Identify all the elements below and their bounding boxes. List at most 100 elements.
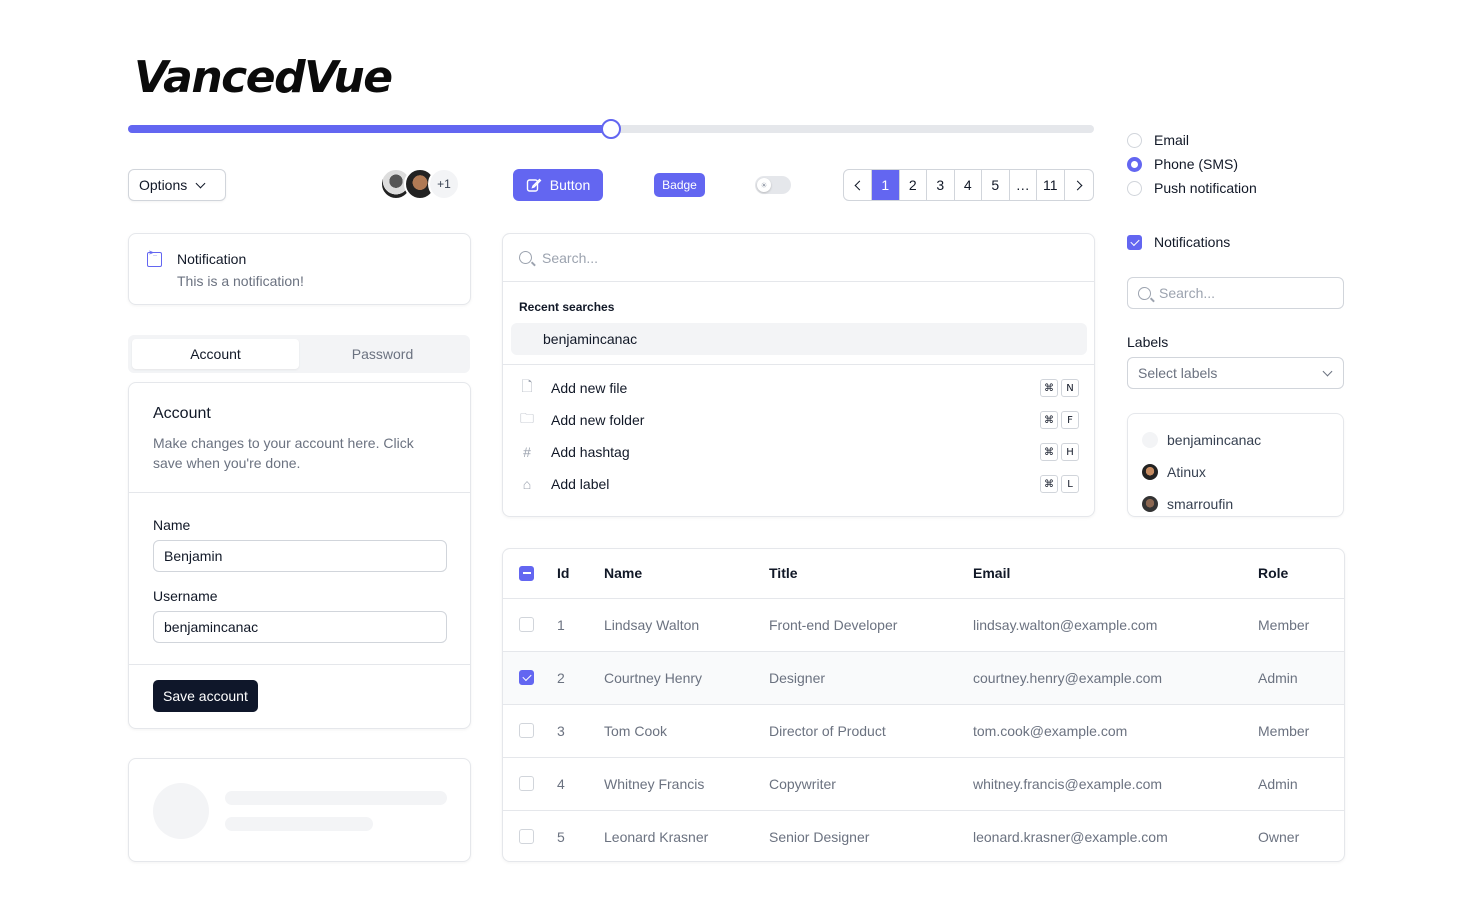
recent-search-item[interactable]: benjamincanac	[511, 323, 1087, 355]
options-dropdown[interactable]: Options	[128, 169, 226, 201]
edit-icon	[526, 178, 542, 192]
cell-email: leonard.krasner@example.com	[973, 828, 1168, 845]
command-palette: Search... Recent searches benjamincanac …	[502, 233, 1095, 517]
pagination-page-5[interactable]: 5	[982, 170, 1010, 200]
column-email: Email	[973, 549, 1258, 599]
table-row[interactable]: 1 Lindsay Walton Front-end Developer lin…	[503, 598, 1344, 652]
row-checkbox[interactable]	[519, 829, 534, 845]
tag-icon: ⌂	[522, 476, 532, 492]
name-field[interactable]: Benjamin	[153, 540, 447, 572]
user-item[interactable]: smarroufin	[1142, 488, 1329, 520]
cell-title: Copywriter	[769, 757, 973, 811]
user-item[interactable]: Atinux	[1142, 456, 1329, 488]
pagination-page-2[interactable]: 2	[900, 170, 927, 200]
radio-email[interactable]: Email	[1127, 128, 1257, 152]
avatar	[1142, 464, 1158, 480]
radio-push[interactable]: Push notification	[1127, 176, 1257, 200]
divider	[503, 364, 1094, 365]
slider-thumb[interactable]	[601, 119, 621, 139]
badge: Badge	[654, 173, 705, 197]
column-name: Name	[604, 549, 769, 599]
kbd-key: ⌘	[1040, 411, 1058, 429]
command-label: Add new file	[551, 380, 628, 396]
table-row[interactable]: 3 Tom Cook Director of Product tom.cook@…	[503, 704, 1344, 758]
command-label: Add label	[551, 476, 610, 492]
select-all-checkbox[interactable]	[519, 565, 534, 581]
sun-icon: ☀	[757, 178, 771, 192]
command-add-new-folder[interactable]: 🗀 Add new folder ⌘ F	[511, 404, 1087, 436]
avatar-more-count: +1	[428, 168, 460, 200]
tab-password[interactable]: Password	[299, 339, 466, 369]
labels-select[interactable]: Select labels	[1127, 357, 1344, 389]
pagination-page-3[interactable]: 3	[927, 170, 955, 200]
cell-id: 4	[557, 757, 604, 811]
cell-id: 1	[557, 598, 604, 652]
notifications-checkbox-label: Notifications	[1154, 234, 1231, 250]
save-account-button[interactable]: Save account	[153, 680, 258, 712]
toggle-switch[interactable]: ☀	[755, 176, 791, 194]
row-checkbox[interactable]	[519, 670, 534, 685]
kbd-key: L	[1061, 475, 1079, 493]
cell-id: 2	[557, 651, 604, 705]
shortcut: ⌘ F	[1040, 411, 1079, 429]
cell-name: Tom Cook	[604, 704, 769, 758]
row-checkbox[interactable]	[519, 617, 534, 632]
user-item[interactable]: benjamincanac	[1142, 424, 1329, 456]
skeleton-line	[225, 791, 447, 805]
kbd-key: ⌘	[1040, 475, 1058, 493]
tab-account[interactable]: Account	[132, 339, 299, 369]
search-input[interactable]: Search...	[1127, 277, 1344, 309]
user-name: smarroufin	[1167, 496, 1234, 512]
range-slider[interactable]	[128, 119, 1094, 139]
table-row[interactable]: 2 Courtney Henry Designer courtney.henry…	[503, 651, 1344, 705]
notification-description: This is a notification!	[177, 273, 304, 289]
user-name: benjamincanac	[1167, 432, 1262, 448]
row-checkbox[interactable]	[519, 776, 534, 791]
row-select-cell	[503, 598, 557, 652]
search-placeholder: Search...	[1159, 285, 1216, 301]
folder-plus-icon: 🗀	[520, 410, 534, 426]
labels-title: Labels	[1127, 334, 1169, 350]
radio-button[interactable]	[1127, 180, 1142, 196]
pagination-prev-button[interactable]	[844, 170, 872, 200]
table-row[interactable]: 4 Whitney Francis Copywriter whitney.fra…	[503, 757, 1344, 811]
tab-list: Account Password	[128, 335, 470, 373]
radio-button[interactable]	[1127, 132, 1142, 148]
cell-role: Admin	[1258, 757, 1344, 811]
primary-button[interactable]: Button	[513, 169, 603, 201]
row-select-cell	[503, 757, 557, 811]
username-label: Username	[153, 588, 218, 604]
chevron-down-icon	[1322, 366, 1333, 376]
skeleton-avatar	[153, 783, 209, 839]
username-field[interactable]: benjamincanac	[153, 611, 447, 643]
notifications-checkbox[interactable]	[1127, 234, 1142, 250]
account-title: Account	[153, 405, 211, 422]
search-icon	[1138, 286, 1151, 300]
account-card: Account Make changes to your account her…	[128, 382, 471, 729]
pagination-page-11[interactable]: 11	[1037, 170, 1065, 200]
cell-name: Courtney Henry	[604, 651, 769, 705]
radio-label: Push notification	[1154, 180, 1257, 196]
radio-phone[interactable]: Phone (SMS)	[1127, 152, 1257, 176]
row-checkbox[interactable]	[519, 723, 534, 738]
table-row[interactable]: 5 Leonard Krasner Senior Designer leonar…	[503, 810, 1344, 861]
primary-button-label: Button	[549, 177, 591, 193]
radio-label: Email	[1154, 132, 1190, 148]
chevron-right-icon	[1072, 180, 1082, 190]
radio-button[interactable]	[1127, 156, 1142, 172]
hashtag-icon: #	[523, 444, 531, 460]
command-add-label[interactable]: ⌂ Add label ⌘ L	[511, 468, 1087, 500]
pagination-page-1[interactable]: 1	[872, 170, 900, 200]
notifications-checkbox-row[interactable]: Notifications	[1127, 234, 1230, 250]
cell-role: Owner	[1258, 828, 1300, 845]
cell-id: 5	[557, 828, 565, 845]
command-add-hashtag[interactable]: # Add hashtag ⌘ H	[511, 436, 1087, 468]
file-plus-icon: 🗋	[521, 378, 533, 394]
pagination-next-button[interactable]	[1065, 170, 1093, 200]
select-all-cell	[503, 549, 557, 599]
command-add-new-file[interactable]: 🗋 Add new file ⌘ N	[511, 372, 1087, 404]
command-search-input[interactable]: Search...	[503, 234, 1094, 282]
kbd-key: H	[1061, 443, 1079, 461]
command-label: Add new folder	[551, 412, 645, 428]
pagination-page-4[interactable]: 4	[955, 170, 982, 200]
